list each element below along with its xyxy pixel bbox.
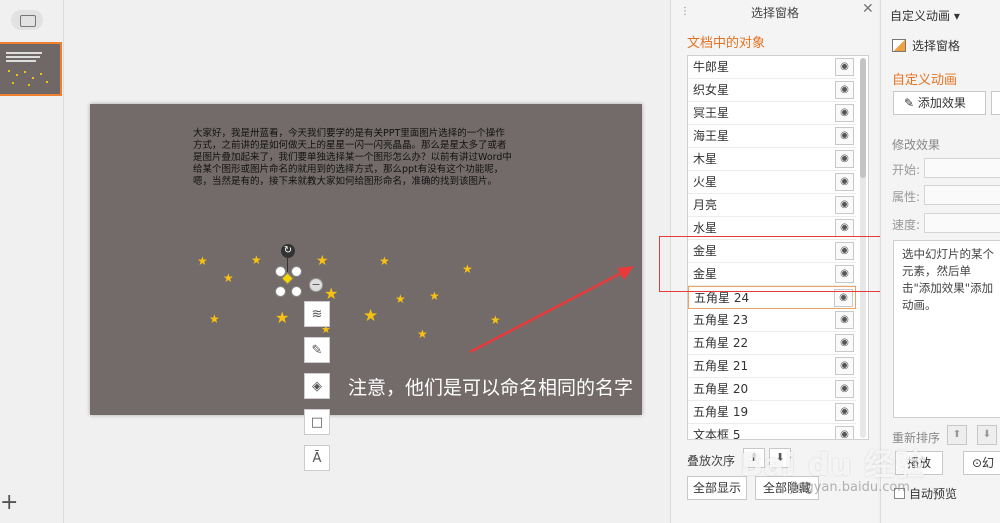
object-name[interactable]: 五角星 21 [693, 359, 748, 373]
object-name[interactable]: 五角星 23 [693, 313, 748, 327]
modify-effect-label: 修改效果 [892, 138, 941, 152]
pen-icon: ✎ [904, 96, 915, 110]
chevron-down-icon: ▾ [953, 9, 960, 23]
list-item[interactable]: 月亮 ◉ [688, 194, 856, 217]
selection-pane-title: 选择窗格 [750, 6, 799, 20]
visibility-eye-icon[interactable]: ◉ [835, 196, 854, 214]
thumbnail-panel: + [0, 0, 64, 523]
baidu-watermark: Bai du 经验 [740, 448, 927, 483]
object-name[interactable]: 木星 [693, 152, 717, 166]
object-name[interactable]: 月亮 [693, 198, 717, 212]
list-item[interactable]: 冥王星 ◉ [688, 102, 856, 125]
object-name[interactable]: 五角星 19 [693, 405, 748, 419]
selection-pane-link[interactable]: 选择窗格 [892, 37, 960, 54]
highlight-box [659, 236, 884, 292]
object-name[interactable]: 五角星 22 [693, 336, 748, 350]
list-item[interactable]: 文本框 5 ◉ [688, 424, 856, 439]
list-item[interactable]: 五角星 22 ◉ [688, 332, 856, 355]
slideshow-label: 幻 [982, 456, 995, 470]
list-item[interactable]: 海王星 ◉ [688, 125, 856, 148]
list-item[interactable]: 木星 ◉ [688, 148, 856, 171]
add-effect-button[interactable]: ✎ 添加效果 [893, 91, 986, 115]
list-item[interactable]: 牛郎星 ◉ [688, 56, 856, 79]
visibility-eye-icon[interactable]: ◉ [835, 127, 854, 145]
animation-list[interactable]: 选中幻灯片的某个元素，然后单击"添加效果"添加动画。 [893, 240, 1000, 418]
speed-label: 速度: [892, 218, 921, 232]
object-name[interactable]: 火星 [693, 175, 717, 189]
close-icon[interactable]: ✕ [862, 1, 874, 17]
visibility-eye-icon[interactable]: ◉ [835, 173, 854, 191]
slide-thumbnail-1[interactable] [0, 42, 62, 96]
selection-pane-icon [892, 39, 906, 52]
baidu-watermark-url: jingyan.baidu.com [790, 480, 910, 495]
object-name[interactable]: 五角星 24 [694, 291, 749, 305]
list-item[interactable]: 织女星 ◉ [688, 79, 856, 102]
object-name[interactable]: 牛郎星 [693, 60, 729, 74]
visibility-eye-icon[interactable]: ◉ [835, 150, 854, 168]
visibility-eye-icon[interactable]: ◉ [835, 380, 854, 398]
list-item[interactable]: 五角星 20 ◉ [688, 378, 856, 401]
list-item[interactable]: 五角星 19 ◉ [688, 401, 856, 424]
object-name[interactable]: 冥王星 [693, 106, 729, 120]
add-effect-label: 添加效果 [917, 96, 966, 110]
visibility-eye-icon[interactable]: ◉ [835, 357, 854, 375]
reorder-up-button[interactable]: ⬆ [947, 425, 967, 445]
autopreview-label: 自动预览 [909, 487, 958, 501]
thumbnail-view-toggle[interactable] [11, 10, 43, 30]
animation-heading: 自定义动画 [892, 73, 958, 88]
visibility-eye-icon[interactable]: ◉ [835, 58, 854, 76]
object-name[interactable]: 文本框 5 [693, 428, 740, 439]
animation-pane-title[interactable]: 自定义动画 ▾ [890, 7, 960, 24]
speed-select[interactable] [924, 213, 1000, 233]
visibility-eye-icon[interactable]: ◉ [835, 81, 854, 99]
visibility-eye-icon[interactable]: ◉ [835, 219, 854, 237]
object-name[interactable]: 海王星 [693, 129, 729, 143]
start-label: 开始: [892, 163, 921, 177]
property-label: 属性: [892, 190, 921, 204]
show-all-button[interactable]: 全部显示 [687, 476, 747, 500]
animation-pane-title-text: 自定义动画 [890, 9, 951, 23]
visibility-eye-icon[interactable]: ◉ [835, 334, 854, 352]
annotation-arrow [469, 266, 634, 354]
object-name[interactable]: 五角星 20 [693, 382, 748, 396]
visibility-eye-icon[interactable]: ◉ [835, 311, 854, 329]
objects-heading: 文档中的对象 [687, 36, 766, 51]
list-item[interactable]: 五角星 21 ◉ [688, 355, 856, 378]
object-name[interactable]: 水星 [693, 221, 717, 235]
order-label: 叠放次序 [687, 454, 736, 468]
extra-button[interactable] [991, 91, 1000, 115]
visibility-eye-icon[interactable]: ◉ [835, 403, 854, 421]
reorder-down-button[interactable]: ⬇ [977, 425, 997, 445]
list-item[interactable]: 五角星 23 ◉ [688, 309, 856, 332]
list-item[interactable]: 火星 ◉ [688, 171, 856, 194]
add-slide-button[interactable]: + [0, 492, 18, 514]
property-select[interactable] [924, 185, 1000, 205]
slideshow-icon: ⊙ [971, 456, 983, 470]
slideshow-button[interactable]: ⊙幻 [963, 451, 1000, 475]
visibility-eye-icon[interactable]: ◉ [835, 104, 854, 122]
visibility-eye-icon[interactable]: ◉ [835, 426, 854, 439]
app-window: + 大家好，我是卅蓝看，今天我们要学的是有关PPT里面图片选择的一个操作方式，之… [0, 0, 1000, 523]
object-name[interactable]: 织女星 [693, 83, 729, 97]
selection-pane-link-text: 选择窗格 [912, 39, 961, 53]
slide-canvas: 大家好，我是卅蓝看，今天我们要学的是有关PPT里面图片选择的一个操作方式，之前讲… [65, 0, 670, 523]
start-select[interactable] [924, 158, 1000, 178]
